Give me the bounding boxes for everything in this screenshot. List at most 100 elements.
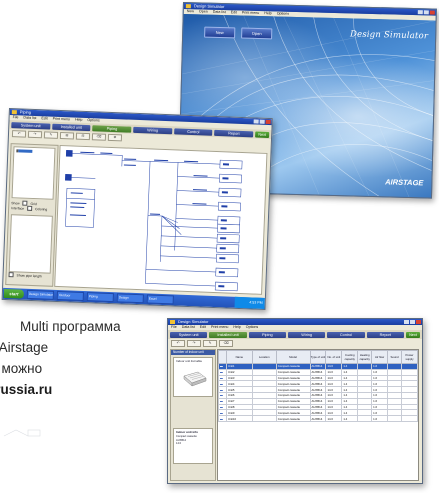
tab-system-unit[interactable]: System unit xyxy=(11,121,51,130)
menu-item[interactable]: Data list xyxy=(182,325,195,330)
tab-wiring[interactable]: Wiring xyxy=(133,126,173,134)
delete-icon[interactable]: ⌫ xyxy=(91,133,107,141)
table-toolbar: ↶ ↷ ✎ ⌫ xyxy=(168,339,422,348)
tree-selected-item[interactable] xyxy=(18,149,33,153)
menu-item[interactable]: Print menu xyxy=(211,325,228,330)
piping-diagram-canvas[interactable] xyxy=(54,144,268,295)
tab-control[interactable]: Control xyxy=(173,127,213,136)
sidebar-header: Number of indoor unit xyxy=(171,350,215,355)
piping-window: Piping File Data list Edit Print menu He… xyxy=(1,108,273,310)
splash-title: Design Simulator xyxy=(193,3,225,10)
table-tab-bar: System unit Installed unit Piping Wiring… xyxy=(168,330,422,339)
tab-piping[interactable]: Piping xyxy=(248,331,286,338)
maximize-icon[interactable] xyxy=(423,10,429,15)
menu-item[interactable]: Edit xyxy=(41,116,47,121)
table-row[interactable]: ▬ Unit10 Compact cassette AUXB14 14.0 1.4 1.6 xyxy=(218,415,418,422)
column-header xyxy=(218,350,227,364)
menu-item[interactable]: Help xyxy=(233,325,240,330)
minimize-icon[interactable] xyxy=(417,10,423,15)
table-cell: 14.0 xyxy=(325,415,343,422)
taskbar-item[interactable]: Design Simulator xyxy=(26,289,55,300)
window-controls xyxy=(253,119,271,125)
zoom-in-icon[interactable]: ⊞ xyxy=(59,131,75,140)
close-icon[interactable] xyxy=(429,10,435,15)
table-cell: 1.6 xyxy=(371,415,389,422)
column-header[interactable]: No. of unit xyxy=(325,350,343,364)
new-button[interactable]: New xyxy=(204,26,236,39)
draw-icon[interactable]: ✎ xyxy=(43,131,59,139)
column-header[interactable]: Heating capacity xyxy=(357,350,373,364)
next-button[interactable]: Next xyxy=(255,130,270,138)
taskbar-item[interactable]: Excel xyxy=(146,294,174,305)
tab-wiring[interactable]: Wiring xyxy=(287,331,326,338)
caption-line: тем Airstage xyxy=(0,340,49,355)
menu-item[interactable]: File xyxy=(171,325,177,330)
next-button[interactable]: Next xyxy=(405,331,420,338)
table-body: ▬ Unit1 Compact cassette AUXB14 14.0 1.4 1.6 ▬ U… xyxy=(218,363,418,422)
table-cell: Compact cassette xyxy=(275,415,311,422)
menu-item[interactable]: Print menu xyxy=(52,117,71,123)
open-button[interactable]: Open xyxy=(241,27,273,40)
menu-item[interactable]: Edit xyxy=(200,325,206,330)
app-icon xyxy=(170,320,175,324)
tab-system-unit[interactable]: System unit xyxy=(170,331,208,338)
copy-unit-icon[interactable]: ↷ xyxy=(187,340,201,347)
checkbox-icon[interactable] xyxy=(26,205,33,211)
column-header[interactable]: Model xyxy=(275,350,311,364)
caption-line: Multi программа xyxy=(20,319,121,334)
taskbar-item[interactable]: Outdoor xyxy=(56,290,84,302)
caption-url[interactable]: l-russia.ru xyxy=(0,379,165,400)
checkbox-icon[interactable] xyxy=(8,272,14,278)
minimize-icon[interactable] xyxy=(253,119,259,124)
tab-report[interactable]: Report xyxy=(214,129,254,137)
delete-unit-icon[interactable]: ⌫ xyxy=(219,340,233,347)
table-cell xyxy=(401,415,418,422)
unit-list-label: Indoor unit list table xyxy=(176,359,203,363)
taskbar-item[interactable]: Design xyxy=(116,293,144,304)
indoor-unit-table: Name Location Model Type of unit No. of … xyxy=(217,349,419,481)
column-header[interactable]: Cooling capacity xyxy=(341,350,359,364)
window-controls xyxy=(404,320,421,324)
system-tree[interactable] xyxy=(11,146,56,200)
redo-icon[interactable]: ↷ xyxy=(27,130,43,139)
column-header[interactable]: Location xyxy=(251,350,277,364)
unit-preview-pane[interactable]: Indoor unit list table xyxy=(173,357,213,397)
add-unit-icon[interactable]: ↶ xyxy=(171,340,185,347)
close-icon[interactable] xyxy=(265,119,271,125)
table-title-bar[interactable]: Design Simulator xyxy=(168,319,422,325)
column-header[interactable]: Name xyxy=(225,350,253,364)
tab-piping[interactable]: Piping xyxy=(92,124,132,133)
app-icon xyxy=(185,4,191,9)
unit-row-icon: ▬ xyxy=(218,415,227,422)
menu-item[interactable]: Help xyxy=(75,118,83,123)
menu-item[interactable]: Data list xyxy=(23,116,36,121)
maximize-icon[interactable] xyxy=(259,119,265,124)
menu-item[interactable]: File xyxy=(13,115,19,120)
zoom-out-icon[interactable]: ⊟ xyxy=(75,132,91,141)
column-header[interactable]: Power supply xyxy=(401,350,418,364)
option-row-3: Show pipe length xyxy=(8,272,42,278)
add-icon[interactable]: ⊕ xyxy=(107,133,123,142)
column-header[interactable]: Air flow xyxy=(371,350,389,364)
minimize-icon[interactable] xyxy=(404,320,409,324)
tab-report[interactable]: Report xyxy=(366,331,404,338)
edit-unit-icon[interactable]: ✎ xyxy=(203,340,217,347)
watermark-logo xyxy=(3,429,41,437)
start-button[interactable]: start xyxy=(3,288,25,299)
tab-installed-unit[interactable]: Installed unit xyxy=(209,331,247,338)
maximize-icon[interactable] xyxy=(410,320,415,324)
menu-item[interactable]: Options xyxy=(87,118,100,123)
unit-info-capacity: 14.0 xyxy=(176,442,182,446)
undo-icon[interactable]: ↶ xyxy=(11,130,27,138)
menu-item[interactable]: Options xyxy=(246,325,258,330)
column-header[interactable]: Type of unit xyxy=(309,350,327,364)
close-icon[interactable] xyxy=(416,320,421,324)
caption-text: Multi программа тем Airstage гда можно l… xyxy=(0,316,165,400)
tab-control[interactable]: Control xyxy=(327,331,365,338)
brand-title: Design Simulator xyxy=(349,29,429,42)
property-panel[interactable] xyxy=(8,214,53,274)
column-header[interactable]: Sound xyxy=(387,350,402,364)
taskbar-item[interactable]: Piping xyxy=(86,292,114,303)
tab-installed-unit[interactable]: Installed unit xyxy=(51,123,91,131)
piping-sidebar: Show Grid Interface Coloring Show pipe l… xyxy=(5,143,59,287)
